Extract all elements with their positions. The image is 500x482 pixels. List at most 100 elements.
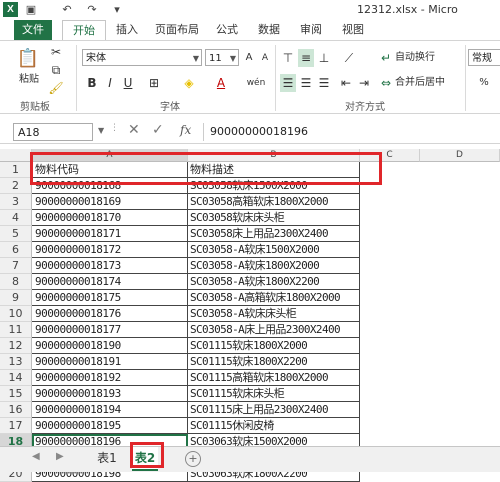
cell-material-code[interactable]: 90000000018190 [32, 338, 188, 354]
cell-material-code[interactable]: 90000000018175 [32, 290, 188, 306]
cancel-icon[interactable]: ✕ [128, 122, 140, 138]
insert-function-icon[interactable]: fx [180, 123, 191, 137]
cell-material-description[interactable]: SC03058高箱软床1800X2000 [188, 194, 360, 210]
cell-material-code[interactable]: 90000000018176 [32, 306, 188, 322]
row-header[interactable]: 1 [0, 162, 32, 178]
row-header[interactable]: 17 [0, 418, 32, 434]
font-color-icon[interactable]: A [212, 74, 230, 92]
row-header[interactable]: 8 [0, 274, 32, 290]
merge-icon[interactable]: ⇔ [378, 74, 394, 92]
tab-formulas[interactable]: 公式 [212, 20, 242, 40]
sheet-tab-1[interactable]: 表1 [92, 447, 122, 469]
cell-material-description[interactable]: SC03058-A软床床头柜 [188, 306, 360, 322]
underline-button[interactable]: U [120, 74, 136, 92]
copy-icon[interactable]: ⧉ [48, 61, 64, 79]
row-header[interactable]: 9 [0, 290, 32, 306]
select-all-corner[interactable] [0, 149, 32, 162]
tab-file[interactable]: 文件 [14, 20, 52, 40]
prev-sheet-icon[interactable]: ◀ [32, 451, 40, 462]
number-format-select[interactable]: 常规 [468, 49, 500, 66]
tab-page-layout[interactable]: 页面布局 [150, 20, 204, 40]
row-header[interactable]: 13 [0, 354, 32, 370]
save-icon[interactable]: ▣ [24, 2, 38, 17]
increase-font-icon[interactable]: A [242, 49, 256, 67]
cell-material-description[interactable]: SC01115休闲皮椅 [188, 418, 360, 434]
font-name-select[interactable]: 宋体 ▼ [82, 49, 202, 66]
row-header[interactable]: 10 [0, 306, 32, 322]
align-middle-icon[interactable]: ≡ [298, 49, 314, 67]
cell-material-code[interactable]: 90000000018174 [32, 274, 188, 290]
cell-material-description[interactable]: SC03058床上用品2300X2400 [188, 226, 360, 242]
decrease-font-icon[interactable]: A [258, 49, 272, 67]
cell-material-code[interactable]: 90000000018173 [32, 258, 188, 274]
cell-material-description[interactable]: SC03058-A高箱软床1800X2000 [188, 290, 360, 306]
cell-material-code[interactable]: 90000000018171 [32, 226, 188, 242]
cell-material-code[interactable]: 90000000018191 [32, 354, 188, 370]
row-header[interactable]: 15 [0, 386, 32, 402]
align-right-icon[interactable]: ☰ [316, 74, 332, 92]
fill-color-icon[interactable]: ◈ [180, 74, 198, 92]
font-size-select[interactable]: 11 ▼ [205, 49, 239, 66]
cut-icon[interactable]: ✂ [48, 43, 64, 61]
row-header[interactable]: 6 [0, 242, 32, 258]
cell-material-description[interactable]: SC01115软床1800X2000 [188, 338, 360, 354]
cell-material-description[interactable]: SC03058-A软床1800X2200 [188, 274, 360, 290]
align-bottom-icon[interactable]: ⊥ [316, 49, 332, 67]
cell-material-description[interactable]: SC01115高箱软床1800X2000 [188, 370, 360, 386]
tab-home[interactable]: 开始 [62, 20, 106, 41]
number-format-icons[interactable]: % [470, 74, 498, 92]
row-header[interactable]: 3 [0, 194, 32, 210]
formula-input[interactable]: 90000000018196 [210, 123, 500, 141]
tab-review[interactable]: 审阅 [296, 20, 326, 40]
paste-icon[interactable]: 📋 [16, 47, 40, 71]
borders-icon[interactable]: ⊞ [145, 74, 163, 92]
cell-material-code[interactable]: 90000000018172 [32, 242, 188, 258]
cell-material-code[interactable]: 90000000018169 [32, 194, 188, 210]
cell-material-description[interactable]: SC03058-A软床1800X2000 [188, 258, 360, 274]
decrease-indent-icon[interactable]: ⇤ [338, 74, 354, 92]
worksheet-grid[interactable]: A B C D 1 物料代码 物料描述 2 90000000018168 SC03058软… [0, 149, 500, 482]
cell-material-description[interactable]: SC03058软床床头柜 [188, 210, 360, 226]
align-left-icon[interactable]: ☰ [280, 74, 296, 92]
italic-button[interactable]: I [102, 74, 118, 92]
orientation-icon[interactable]: ⟋ [338, 49, 360, 67]
cell-material-code[interactable]: 90000000018192 [32, 370, 188, 386]
cell-material-code[interactable]: 90000000018177 [32, 322, 188, 338]
format-painter-icon[interactable]: 🖌 [48, 79, 64, 97]
increase-indent-icon[interactable]: ⇥ [356, 74, 372, 92]
phonetic-icon[interactable]: wén [245, 74, 267, 92]
column-header-d[interactable]: D [420, 149, 500, 162]
wrap-text-button[interactable]: 自动换行 [395, 49, 447, 67]
name-box-dropdown-icon[interactable]: ▼ [98, 126, 104, 135]
redo-icon[interactable]: ↷ [85, 2, 99, 17]
cell-material-description[interactable]: SC03058-A软床1500X2000 [188, 242, 360, 258]
row-header[interactable]: 16 [0, 402, 32, 418]
row-header[interactable]: 7 [0, 258, 32, 274]
quick-access-customize-icon[interactable]: ▾ [110, 2, 124, 17]
align-top-icon[interactable]: ⊤ [280, 49, 296, 67]
merge-center-button[interactable]: 合并后居中 [395, 74, 451, 92]
paste-button[interactable]: 粘贴 [16, 71, 42, 89]
row-header[interactable]: 14 [0, 370, 32, 386]
row-header[interactable]: 2 [0, 178, 32, 194]
cell-material-code[interactable]: 90000000018170 [32, 210, 188, 226]
tab-view[interactable]: 视图 [338, 20, 368, 40]
align-center-icon[interactable]: ☰ [298, 74, 314, 92]
name-box[interactable]: A18 [13, 123, 93, 141]
cell-material-code[interactable]: 90000000018194 [32, 402, 188, 418]
cell-material-description[interactable]: SC01115软床床头柜 [188, 386, 360, 402]
row-header[interactable]: 5 [0, 226, 32, 242]
row-header[interactable]: 12 [0, 338, 32, 354]
add-sheet-button[interactable]: + [185, 451, 201, 467]
row-header[interactable]: 4 [0, 210, 32, 226]
tab-insert[interactable]: 插入 [112, 20, 142, 40]
next-sheet-icon[interactable]: ▶ [56, 451, 64, 462]
tab-data[interactable]: 数据 [254, 20, 284, 40]
row-header[interactable]: 11 [0, 322, 32, 338]
enter-icon[interactable]: ✓ [152, 122, 164, 138]
bold-button[interactable]: B [84, 74, 100, 92]
undo-icon[interactable]: ↶ [60, 2, 74, 17]
wrap-text-icon[interactable]: ↵ [378, 49, 394, 67]
cell-material-description[interactable]: SC01115软床1800X2200 [188, 354, 360, 370]
cell-material-description[interactable]: SC01115床上用品2300X2400 [188, 402, 360, 418]
